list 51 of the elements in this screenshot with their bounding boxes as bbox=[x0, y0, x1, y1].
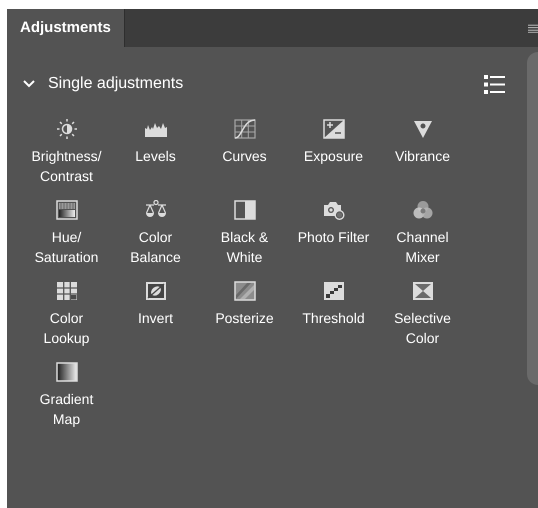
diagonal-bands-icon bbox=[234, 281, 256, 301]
adjustment-item[interactable]: Exposure bbox=[289, 119, 378, 186]
steps-icon bbox=[322, 281, 344, 301]
invert-icon bbox=[144, 281, 166, 301]
adjustment-item[interactable]: Curves bbox=[200, 119, 289, 186]
adjustment-label: Color Balance bbox=[130, 228, 181, 267]
half-square-icon bbox=[234, 200, 256, 220]
adjustment-item[interactable]: Posterize bbox=[200, 281, 289, 348]
adjustment-item[interactable]: Black & White bbox=[200, 200, 289, 267]
adjustment-label: Color Lookup bbox=[44, 309, 90, 348]
adjustment-label: Gradient Map bbox=[40, 390, 94, 429]
adjustment-item[interactable]: Vibrance bbox=[378, 119, 467, 186]
adjustment-label: Exposure bbox=[304, 147, 364, 166]
adjustment-item[interactable]: Threshold bbox=[289, 281, 378, 348]
adjustment-label: Levels bbox=[135, 147, 176, 166]
section-title: Single adjustments bbox=[48, 74, 184, 94]
hue-bar-icon bbox=[56, 200, 78, 220]
scale-icon bbox=[144, 200, 166, 220]
adjustment-item[interactable]: Channel Mixer bbox=[378, 200, 467, 267]
adjustment-label: Posterize bbox=[215, 309, 274, 328]
adjustment-label: Black & White bbox=[220, 228, 268, 267]
adjustment-item[interactable]: Brightness/ Contrast bbox=[22, 119, 111, 186]
adjustment-item[interactable]: Invert bbox=[111, 281, 200, 348]
adjustment-item[interactable]: Photo Filter bbox=[289, 200, 378, 267]
adjustment-label: Curves bbox=[222, 147, 267, 166]
panel-tab[interactable]: Adjustments bbox=[7, 9, 125, 47]
curve-grid-icon bbox=[234, 119, 256, 139]
adjustment-label: Invert bbox=[138, 309, 173, 328]
adjustment-label: Hue/ Saturation bbox=[34, 228, 98, 267]
adjustment-item[interactable]: Selective Color bbox=[378, 281, 467, 348]
hourglass-square-icon bbox=[412, 281, 434, 301]
triangle-icon bbox=[412, 119, 434, 139]
adjustment-item[interactable]: Color Lookup bbox=[22, 281, 111, 348]
adjustment-item[interactable]: Levels bbox=[111, 119, 200, 186]
list-view-icon[interactable] bbox=[484, 74, 505, 94]
adjustment-item[interactable]: Gradient Map bbox=[22, 362, 111, 429]
table-grid-icon bbox=[56, 281, 78, 301]
panel-menu-icon[interactable] bbox=[528, 24, 538, 33]
adjustment-label: Threshold bbox=[302, 309, 365, 328]
camera-filter-icon bbox=[322, 200, 344, 220]
adjustment-label: Vibrance bbox=[394, 147, 450, 166]
adjustment-label: Channel Mixer bbox=[396, 228, 449, 267]
adjustment-label: Selective Color bbox=[394, 309, 451, 348]
adjustment-label: Brightness/ Contrast bbox=[31, 147, 102, 186]
sun-icon bbox=[56, 119, 78, 139]
adjustment-label: Photo Filter bbox=[298, 228, 370, 247]
overlapping-circles-icon bbox=[412, 200, 434, 220]
plus-minus-icon bbox=[322, 119, 344, 139]
adjustment-item[interactable]: Hue/ Saturation bbox=[22, 200, 111, 267]
adjustment-item[interactable]: Color Balance bbox=[111, 200, 200, 267]
gradient-square-icon bbox=[56, 362, 78, 382]
